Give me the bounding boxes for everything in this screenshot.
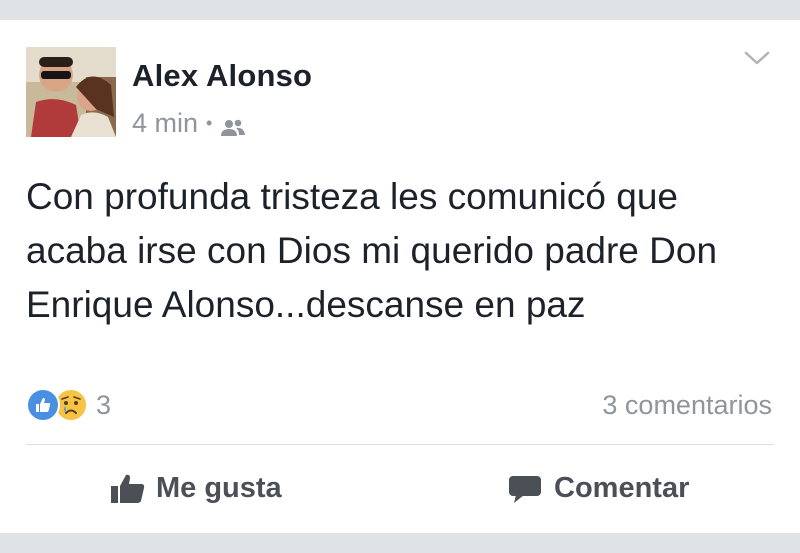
avatar[interactable] <box>26 47 116 137</box>
post-time[interactable]: 4 min <box>132 108 198 139</box>
post-text: Con profunda tristeza les comunicó que a… <box>26 176 718 325</box>
chevron-down-icon[interactable] <box>744 50 770 66</box>
post-meta: 4 min • <box>132 108 246 139</box>
comment-button-label: Comentar <box>554 472 690 504</box>
reaction-count: 3 <box>96 389 112 420</box>
post-card: Alex Alonso 4 min • Con profunda tristez… <box>0 20 800 533</box>
meta-separator: • <box>206 113 213 133</box>
friends-icon <box>220 114 246 136</box>
like-button-label: Me gusta <box>156 472 282 504</box>
comment-icon <box>509 475 541 503</box>
like-button[interactable]: Me gusta <box>110 472 282 505</box>
reactions-summary[interactable]: 3 <box>26 388 111 422</box>
author-name[interactable]: Alex Alonso <box>132 58 312 94</box>
comments-count[interactable]: 3 comentarios <box>602 390 772 421</box>
comment-button[interactable]: Comentar <box>508 472 689 505</box>
thumbs-up-icon <box>111 474 145 503</box>
like-reaction-icon <box>26 388 60 422</box>
divider <box>26 444 774 445</box>
